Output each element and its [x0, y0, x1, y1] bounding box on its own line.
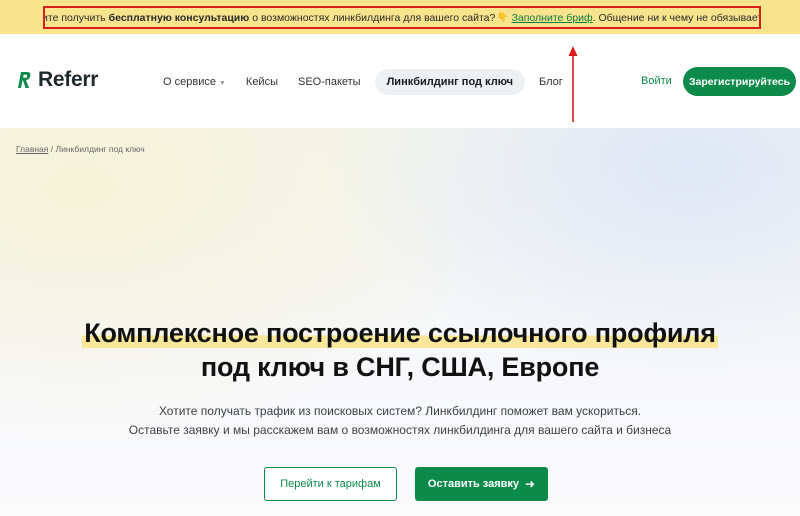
hand-pointing-icon: 👇 — [497, 12, 509, 22]
nav-item-label: SEO-пакеты — [297, 76, 361, 88]
tariffs-button-label: Перейти к тарифам — [280, 478, 381, 490]
nav-item-label: О сервисе — [163, 76, 216, 88]
tariffs-button[interactable]: Перейти к тарифам — [264, 467, 397, 501]
announcement-prefix: Хотите получить — [43, 11, 106, 24]
page-subtitle: Хотите получать трафик из поисковых сист… — [0, 402, 800, 440]
register-button[interactable]: Зарегистрируйтесь — [683, 67, 796, 96]
breadcrumb-current: Линкбилдинг под ключ — [55, 144, 145, 154]
announcement-highlight: Хотите получить бесплатную консультацию … — [43, 6, 761, 29]
nav-item-label: Линкбилдинг под ключ — [386, 76, 514, 88]
site-header: Referr О сервисе ▼ Кейсы SEO-пакеты Линкб… — [0, 34, 800, 128]
subtitle-line-2: Оставьте заявку и мы расскажем вам о воз… — [128, 423, 672, 437]
nav-item-blog[interactable]: Блог — [533, 70, 569, 94]
nav-item-linkbuilding[interactable]: Линкбилдинг под ключ — [374, 69, 526, 95]
main-nav: О сервисе ▼ Кейсы SEO-пакеты Линкбилдинг … — [157, 69, 577, 95]
announcement-link[interactable]: Заполните бриф — [512, 12, 593, 24]
pointer-arrow-icon — [568, 46, 578, 122]
breadcrumb-home[interactable]: Главная — [16, 144, 48, 154]
subtitle-line-1: Хотите получать трафик из поисковых сист… — [158, 404, 642, 418]
nav-item-cases[interactable]: Кейсы — [240, 70, 284, 94]
request-button[interactable]: Оставить заявку ➜ — [415, 467, 548, 501]
login-link[interactable]: Войти — [641, 75, 672, 87]
arrow-right-icon: ➜ — [525, 477, 536, 491]
logo-text: Referr — [38, 68, 99, 91]
breadcrumb: Главная / Линкбилдинг под ключ — [16, 144, 145, 154]
announcement-middle: о возможностях линкбилдинга для вашего с… — [252, 11, 496, 24]
title-line-1: Комплексное построение ссылочного профил… — [82, 318, 718, 348]
announcement-bar: Хотите получить бесплатную консультацию … — [0, 0, 800, 34]
chevron-down-icon: ▼ — [218, 80, 226, 87]
logo-r-icon — [18, 72, 31, 88]
breadcrumb-separator: / — [50, 144, 54, 154]
request-button-label: Оставить заявку — [427, 478, 520, 490]
hero-section: Главная / Линкбилдинг под ключ Комплексн… — [0, 128, 800, 516]
nav-item-label: Кейсы — [245, 76, 278, 88]
nav-item-about[interactable]: О сервисе ▼ — [157, 70, 232, 94]
announcement-bold: бесплатную консультацию — [108, 11, 250, 24]
nav-item-seo-packages[interactable]: SEO-пакеты — [292, 70, 367, 94]
page-title: Комплексное построение ссылочного профил… — [0, 316, 800, 384]
title-line-2: под ключ в СНГ, США, Европе — [200, 352, 600, 382]
nav-item-label: Блог — [539, 76, 563, 88]
logo[interactable]: Referr — [16, 68, 98, 92]
announcement-suffix: . Общение ни к чему не обязывает — [592, 11, 761, 24]
